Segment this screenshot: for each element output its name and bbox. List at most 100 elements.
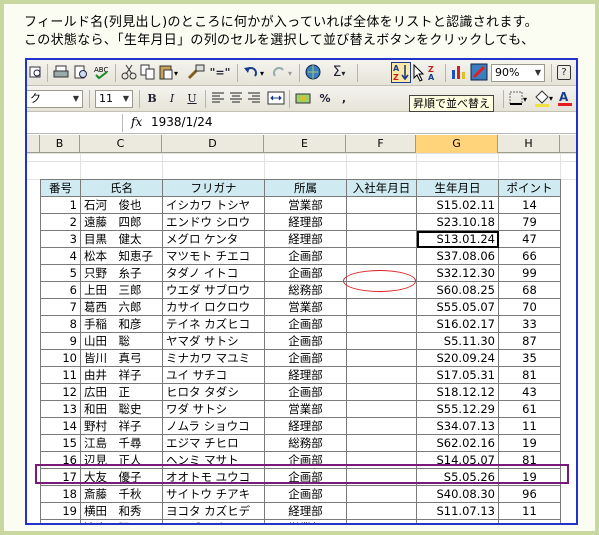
chart-wizard-icon[interactable] [451, 64, 467, 80]
cell-points[interactable]: 11 [498, 417, 561, 435]
cell-furigana[interactable]: イシカワ トシヤ [162, 196, 265, 214]
cell-name[interactable]: 和田 聡史 [80, 400, 163, 418]
column-header-d[interactable]: D [162, 135, 264, 153]
bold-button[interactable]: B [145, 90, 159, 107]
cell-number[interactable]: 7 [40, 298, 81, 316]
cell-name[interactable]: 手稲 和彦 [80, 315, 163, 333]
zoom-select[interactable]: 90% ▼ [491, 64, 545, 82]
header-name[interactable]: 氏名 [80, 179, 163, 197]
cell-number[interactable]: 5 [40, 264, 81, 282]
align-right-icon[interactable] [247, 91, 261, 105]
cell-department[interactable]: 営業部 [264, 400, 347, 418]
cell-department[interactable]: 企画部 [264, 247, 347, 265]
cell-number[interactable]: 4 [40, 247, 81, 265]
cell-name[interactable]: 遠藤 四郎 [80, 213, 163, 231]
cell-furigana[interactable]: ワダ サトシ [162, 400, 265, 418]
cell-number[interactable]: 2 [40, 213, 81, 231]
cell-points[interactable]: 81 [498, 366, 561, 384]
cell-points[interactable]: 99 [498, 264, 561, 282]
cell-hire-date[interactable] [346, 383, 417, 401]
cell-furigana[interactable]: メグロ ケンタ [162, 230, 265, 248]
align-left-icon[interactable] [211, 91, 225, 105]
paste-values-icon[interactable]: "=" [209, 64, 231, 81]
cell-department[interactable]: 総務部 [264, 281, 347, 299]
cell-birth-date[interactable]: S15.02.11 [416, 196, 499, 214]
cell-birth-date[interactable]: S20.09.24 [416, 349, 499, 367]
cell-number[interactable]: 18 [40, 485, 81, 503]
undo-icon[interactable]: ▾ [243, 64, 267, 80]
cell-number[interactable]: 15 [40, 434, 81, 452]
cell-number[interactable]: 6 [40, 281, 81, 299]
header-birth-date[interactable]: 生年月日 [416, 179, 499, 197]
cell-number[interactable]: 11 [40, 366, 81, 384]
cell-furigana[interactable]: ヤマダ サトシ [162, 332, 265, 350]
cell-department[interactable]: 営業部 [264, 519, 347, 523]
cell-hire-date[interactable] [346, 213, 417, 231]
cell-name[interactable]: 江島 千尋 [80, 434, 163, 452]
redo-icon[interactable]: ▾ [271, 64, 295, 80]
cell-department[interactable]: 企画部 [264, 264, 347, 282]
cell-birth-date[interactable]: S23.10.18 [416, 213, 499, 231]
help-button[interactable]: ? [557, 65, 571, 80]
cell-furigana[interactable]: ヨコタ カズヒデ [162, 502, 265, 520]
cell-birth-date[interactable]: S55.05.07 [416, 298, 499, 316]
cell-birth-date[interactable]: S37.08.06 [416, 247, 499, 265]
cell-name[interactable]: 目黒 健太 [80, 230, 163, 248]
header-points[interactable]: ポイント [498, 179, 561, 197]
cell-points[interactable]: 70 [498, 298, 561, 316]
worksheet-grid[interactable]: 番号 氏名 フリガナ 所属 入社年月日 生年月日 ポイント 1 石河 俊也 イシカワ… [27, 153, 576, 523]
sort-descending-icon[interactable]: ZA [427, 64, 443, 80]
cell-number[interactable]: 3 [40, 230, 81, 248]
cell-department[interactable]: 経理部 [264, 502, 347, 520]
cell-points[interactable]: 14 [498, 196, 561, 214]
cell-department[interactable]: 経理部 [264, 417, 347, 435]
percent-button[interactable]: % [317, 90, 333, 107]
cell-number[interactable]: 1 [40, 196, 81, 214]
header-furigana[interactable]: フリガナ [162, 179, 265, 197]
cell-number[interactable]: 8 [40, 315, 81, 333]
cell-hire-date[interactable] [346, 485, 417, 503]
header-hire-date[interactable]: 入社年月日 [346, 179, 417, 197]
cell-points[interactable]: 19 [498, 434, 561, 452]
cell-department[interactable]: 企画部 [264, 383, 347, 401]
cell-name[interactable]: 横田 和秀 [80, 502, 163, 520]
cell-department[interactable]: 企画部 [264, 349, 347, 367]
cell-number[interactable]: 10 [40, 349, 81, 367]
column-header-e[interactable]: E [264, 135, 346, 153]
cell-hire-date[interactable] [346, 400, 417, 418]
cell-birth-date[interactable]: S11.07.13 [416, 502, 499, 520]
font-size-select[interactable]: 11 ▼ [95, 90, 133, 108]
cell-furigana[interactable]: カサイ ロクロウ [162, 298, 265, 316]
name-box[interactable] [27, 114, 123, 132]
cell-birth-date[interactable]: S13.01.24 [416, 230, 499, 248]
cell-department[interactable]: 総務部 [264, 434, 347, 452]
borders-icon[interactable]: ▾ [509, 91, 529, 106]
cell-points[interactable]: 87 [498, 332, 561, 350]
cell-number[interactable]: 14 [40, 417, 81, 435]
cell-furigana[interactable]: ウエダ サブロウ [162, 281, 265, 299]
merge-center-icon[interactable] [267, 90, 285, 106]
cell-hire-date[interactable] [346, 230, 417, 248]
cell-points[interactable]: 79 [498, 213, 561, 231]
cell-name[interactable]: 清水 陽一 [80, 519, 163, 523]
cell-hire-date[interactable] [346, 417, 417, 435]
header-number[interactable]: 番号 [40, 179, 81, 197]
cell-birth-date[interactable]: S32.12.30 [416, 264, 499, 282]
fill-color-icon[interactable]: ▾ [533, 89, 555, 108]
cell-birth-date[interactable]: S62.02.16 [416, 434, 499, 452]
cell-hire-date[interactable] [346, 247, 417, 265]
italic-button[interactable]: I [165, 90, 179, 107]
underline-button[interactable]: U [185, 90, 199, 107]
cell-name[interactable]: 野村 祥子 [80, 417, 163, 435]
sort-ascending-button[interactable]: AZ [391, 62, 411, 83]
spelling-icon[interactable]: ABC [93, 64, 111, 80]
cell-number[interactable]: 13 [40, 400, 81, 418]
cell-hire-date[interactable] [346, 349, 417, 367]
cell-name[interactable]: 広田 正 [80, 383, 163, 401]
cell-birth-date[interactable]: S16.08.24 [416, 519, 499, 523]
cell-number[interactable]: 9 [40, 332, 81, 350]
cell-birth-date[interactable]: S16.02.17 [416, 315, 499, 333]
cell-number[interactable]: 12 [40, 383, 81, 401]
print-icon[interactable] [53, 65, 69, 80]
cell-furigana[interactable]: エンドウ シロウ [162, 213, 265, 231]
